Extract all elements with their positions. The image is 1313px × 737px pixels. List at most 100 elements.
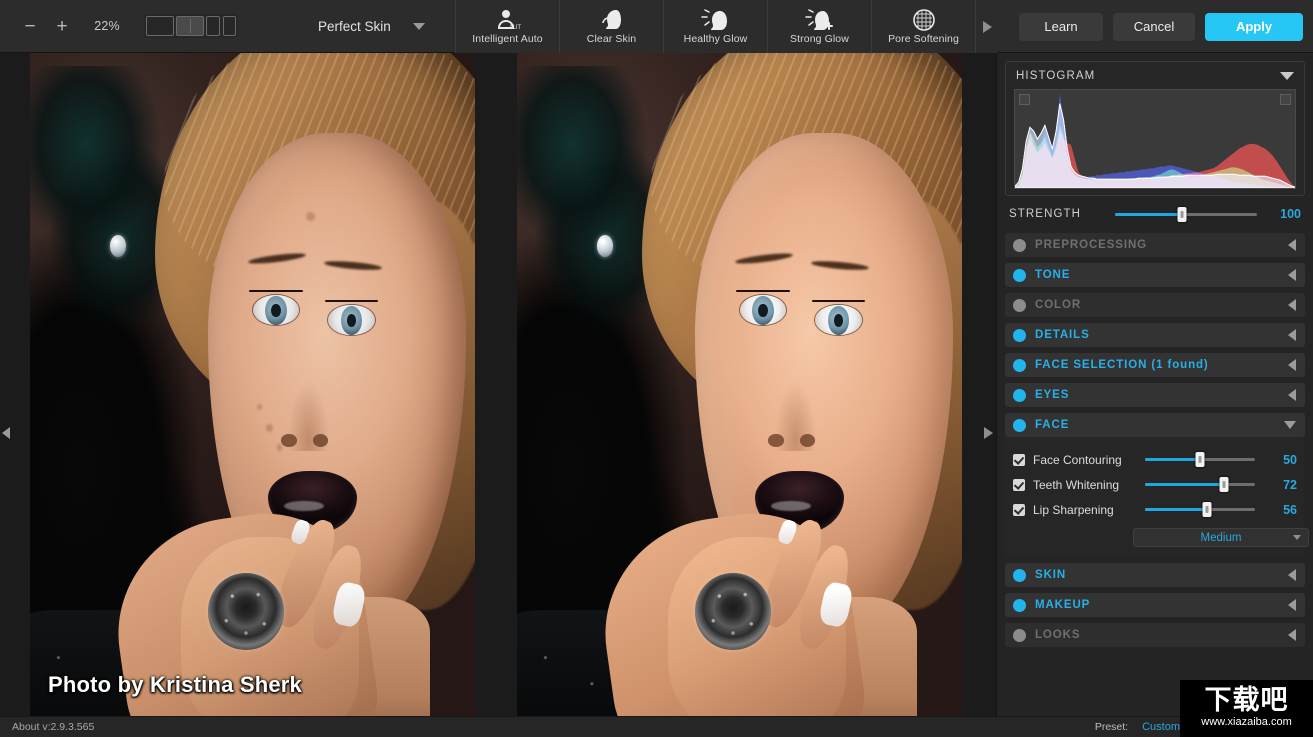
preset-strip: AUTO Intelligent Auto Clear Skin Healthy…	[455, 0, 998, 53]
section-looks[interactable]: LOOKS	[1005, 623, 1305, 647]
control-label: Teeth Whitening	[1033, 477, 1120, 492]
section-tone[interactable]: TONE	[1005, 263, 1305, 287]
zoom-out-icon[interactable]: −	[14, 10, 46, 42]
face-section-body: Face Contouring 50 Teeth Whitening 72 Li…	[1005, 437, 1309, 557]
preset-intelligent-auto[interactable]: AUTO Intelligent Auto	[456, 0, 560, 53]
triangle-left-icon	[2, 427, 10, 439]
status-dot-icon	[1013, 298, 1026, 312]
histogram-curves	[1015, 93, 1295, 188]
section-label: SKIN	[1035, 569, 1067, 581]
view-mode-side-by-side[interactable]	[206, 16, 236, 36]
top-toolbar: − + 22% Perfect Skin AUTO Intelligent Au…	[0, 0, 1313, 53]
status-dot-icon	[1013, 268, 1026, 282]
module-selector[interactable]: Perfect Skin	[318, 0, 425, 53]
adjustment-sections: PREPROCESSING TONE COLOR DETAILS FACE SE	[1005, 233, 1309, 647]
preset-pore-softening[interactable]: Pore Softening	[872, 0, 976, 53]
section-makeup[interactable]: MAKEUP	[1005, 593, 1305, 617]
control-lip-sharpening: Lip Sharpening 56	[1013, 497, 1297, 522]
section-color[interactable]: COLOR	[1005, 293, 1305, 317]
control-teeth-whitening: Teeth Whitening 72	[1013, 472, 1297, 497]
face-glow-icon	[700, 8, 731, 32]
about-version-label[interactable]: About v:2.9.3.565	[0, 721, 94, 733]
status-dot-icon	[1013, 358, 1026, 372]
zoom-controls: − + 22%	[0, 0, 238, 52]
photo-credit: Photo by Kristina Sherk	[48, 672, 302, 697]
status-dot-icon	[1013, 388, 1026, 402]
apply-button[interactable]: Apply	[1205, 12, 1303, 41]
section-label: EYES	[1035, 389, 1070, 401]
histogram-title: HISTOGRAM	[1016, 70, 1096, 82]
triangle-left-icon	[1288, 299, 1296, 311]
view-mode-split[interactable]	[176, 16, 204, 36]
collapse-right-panel-button[interactable]	[984, 427, 993, 439]
module-name-label: Perfect Skin	[318, 19, 391, 34]
preset-label: Preset:	[1094, 721, 1129, 733]
slider-face-contouring[interactable]	[1145, 452, 1255, 467]
control-value: 72	[1283, 477, 1297, 492]
checkbox-teeth-whitening[interactable]	[1013, 478, 1025, 491]
pore-grid-icon	[911, 8, 937, 32]
section-label: TONE	[1035, 269, 1071, 281]
section-details[interactable]: DETAILS	[1005, 323, 1305, 347]
section-preprocessing[interactable]: PREPROCESSING	[1005, 233, 1305, 257]
preset-next-button[interactable]	[976, 0, 998, 53]
preset-label: Strong Glow	[790, 33, 849, 45]
section-face-selection[interactable]: FACE SELECTION (1 found)	[1005, 353, 1305, 377]
face-strong-glow-icon	[804, 8, 835, 32]
right-panel: HISTOGRAM STRENGTH 100 PREPROCESSING TON…	[996, 53, 1313, 716]
after-image[interactable]	[517, 53, 962, 716]
slider-knob[interactable]	[1195, 452, 1205, 467]
triangle-left-icon	[1288, 359, 1296, 371]
checkbox-face-contouring[interactable]	[1013, 453, 1025, 466]
slider-teeth-whitening[interactable]	[1145, 477, 1255, 492]
slider-knob[interactable]	[1202, 502, 1212, 517]
learn-button[interactable]: Learn	[1019, 12, 1103, 41]
slider-knob[interactable]	[1219, 477, 1229, 492]
portrait-photo-after	[517, 53, 962, 716]
preset-healthy-glow[interactable]: Healthy Glow	[664, 0, 768, 53]
before-image[interactable]: Photo by Kristina Sherk	[30, 53, 475, 716]
status-dot-icon	[1013, 568, 1026, 582]
dropdown-value: Medium	[1200, 531, 1242, 544]
face-auto-icon: AUTO	[495, 8, 521, 32]
preset-clear-skin[interactable]: Clear Skin	[560, 0, 664, 53]
zoom-in-icon[interactable]: +	[46, 10, 78, 42]
section-label: MAKEUP	[1035, 599, 1091, 611]
section-skin[interactable]: SKIN	[1005, 563, 1305, 587]
strength-control: STRENGTH 100	[1005, 196, 1305, 231]
control-label: Lip Sharpening	[1033, 502, 1114, 517]
preset-strong-glow[interactable]: Strong Glow	[768, 0, 872, 53]
status-dot-icon	[1013, 328, 1026, 342]
toolbar-actions: Learn Cancel Apply	[1019, 0, 1303, 53]
section-label: FACE SELECTION (1 found)	[1035, 359, 1209, 371]
lip-sharpening-amount-dropdown[interactable]: Medium	[1133, 528, 1309, 547]
section-label: PREPROCESSING	[1035, 239, 1148, 251]
histogram-header[interactable]: HISTOGRAM	[1014, 70, 1296, 89]
section-eyes[interactable]: EYES	[1005, 383, 1305, 407]
status-bar: About v:2.9.3.565 Preset: Custom	[0, 716, 1313, 737]
checkbox-lip-sharpening[interactable]	[1013, 503, 1025, 516]
view-mode-single[interactable]	[146, 16, 174, 36]
slider-knob[interactable]	[1177, 206, 1187, 222]
section-label: LOOKS	[1035, 629, 1081, 641]
section-face[interactable]: FACE	[1005, 413, 1305, 437]
view-mode-group	[144, 14, 238, 38]
triangle-down-icon[interactable]	[1280, 72, 1294, 80]
control-label: Face Contouring	[1033, 452, 1122, 467]
control-value: 56	[1283, 502, 1297, 517]
histogram-panel: HISTOGRAM	[1005, 61, 1305, 196]
caret-down-icon	[1293, 535, 1301, 540]
collapse-left-panel-button[interactable]	[2, 427, 10, 439]
site-watermark: 下载吧 www.xiazaiba.com	[1180, 680, 1313, 737]
control-face-contouring: Face Contouring 50	[1013, 447, 1297, 472]
chevron-down-icon[interactable]	[412, 23, 425, 30]
status-dot-icon	[1013, 628, 1026, 642]
slider-lip-sharpening[interactable]	[1145, 502, 1255, 517]
preset-value[interactable]: Custom	[1142, 721, 1180, 733]
strength-slider[interactable]	[1115, 206, 1257, 222]
preset-label: Intelligent Auto	[472, 33, 543, 45]
triangle-right-icon	[982, 20, 992, 33]
cancel-button[interactable]: Cancel	[1113, 12, 1195, 41]
zoom-level-label: 22%	[94, 19, 120, 33]
histogram-graph	[1014, 89, 1296, 189]
